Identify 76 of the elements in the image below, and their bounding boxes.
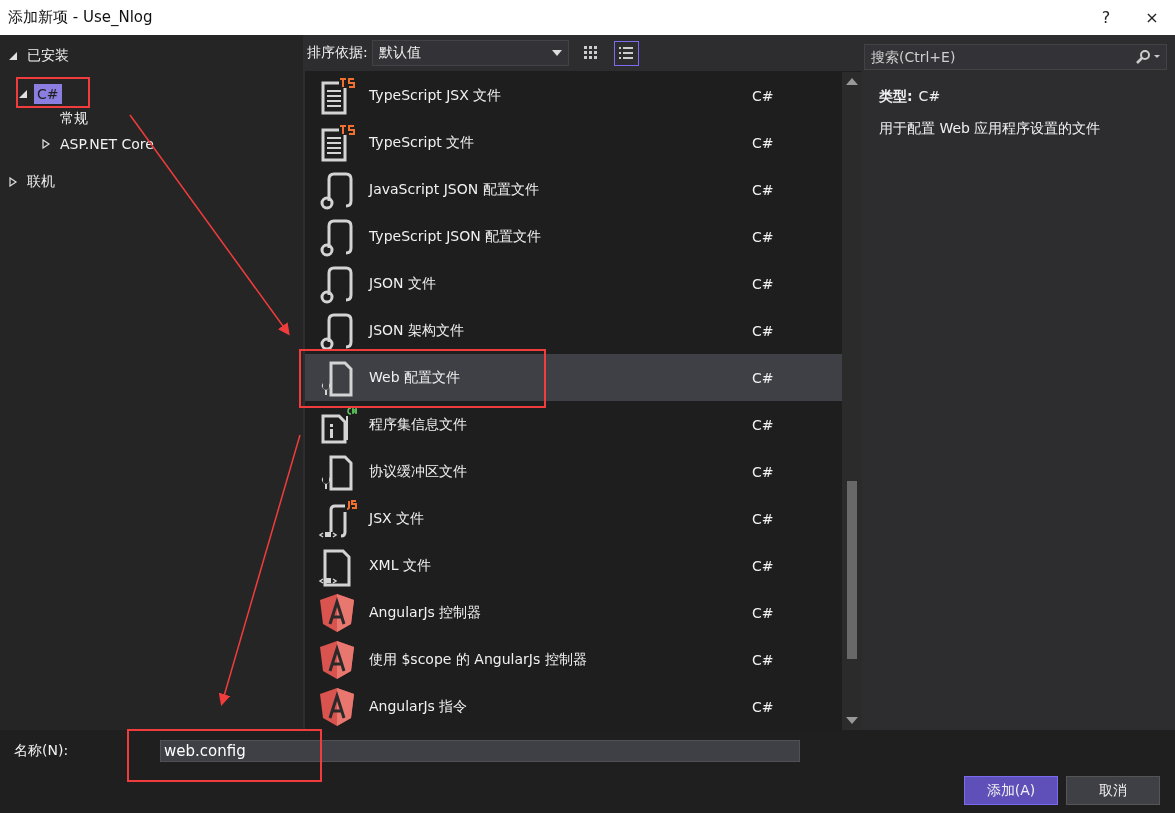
template-type: C#: [752, 557, 775, 574]
collapsed-triangle-icon[interactable]: [41, 138, 51, 149]
template-type: C#: [752, 463, 775, 480]
tree-item[interactable]: 常规: [57, 107, 91, 130]
window-title: 添加新项 - Use_Nlog: [8, 8, 154, 27]
name-label: 名称(N):: [14, 742, 70, 760]
template-type: C#: [752, 698, 775, 715]
template-name: AngularJs 控制器: [369, 603, 483, 622]
template-type: C#: [752, 275, 775, 292]
template-row[interactable]: 协议缓冲区文件 C#: [305, 448, 842, 495]
search-icon[interactable]: [1135, 50, 1161, 64]
template-type: C#: [752, 87, 775, 104]
template-name: TypeScript JSX 文件: [369, 86, 503, 105]
template-row[interactable]: XML 文件 C#: [305, 542, 842, 589]
template-name: 使用 $scope 的 AngularJs 控制器: [369, 650, 588, 669]
template-row[interactable]: 程序集信息文件 C#: [305, 401, 842, 448]
tree-item[interactable]: ASP.NET Core: [57, 133, 157, 154]
expanded-triangle-icon[interactable]: [18, 88, 28, 99]
angular-shield-icon: [317, 591, 357, 634]
jsx-file-icon: [317, 497, 357, 540]
sort-label: 排序依据:: [307, 44, 368, 62]
template-row[interactable]: JSX 文件 C#: [305, 495, 842, 542]
scroll-thumb[interactable]: [847, 481, 857, 659]
template-description: 用于配置 Web 应用程序设置的文件: [879, 120, 1102, 138]
template-name: TypeScript 文件: [369, 133, 476, 152]
search-field[interactable]: 搜索(Ctrl+E): [864, 44, 1167, 70]
template-name: JSX 文件: [369, 509, 426, 528]
template-type: C#: [752, 228, 775, 245]
template-row[interactable]: JavaScript JSON 配置文件 C#: [305, 166, 842, 213]
name-field[interactable]: web.config: [160, 740, 800, 762]
template-type: C#: [752, 322, 775, 339]
template-row[interactable]: AngularJs 控制器 C#: [305, 589, 842, 636]
tree-item[interactable]: 已安装: [24, 44, 72, 67]
template-row[interactable]: TypeScript JSX 文件 C#: [305, 72, 842, 119]
cancel-button[interactable]: 取消: [1066, 776, 1160, 805]
template-name: JSON 架构文件: [369, 321, 465, 340]
template-type: C#: [752, 651, 775, 668]
template-row[interactable]: TypeScript JSON 配置文件 C#: [305, 213, 842, 260]
template-type: C#: [752, 134, 775, 151]
template-row[interactable]: TypeScript 文件 C#: [305, 119, 842, 166]
template-row[interactable]: 使用 $scope 的 AngularJs 控制器 C#: [305, 636, 842, 683]
list-view-button[interactable]: [613, 40, 639, 66]
template-name: TypeScript JSON 配置文件: [369, 227, 543, 246]
template-name: AngularJs 指令: [369, 697, 469, 716]
template-name: XML 文件: [369, 556, 432, 575]
template-name: 程序集信息文件: [369, 415, 468, 434]
grid-icon: [583, 45, 600, 61]
template-name: Web 配置文件: [369, 368, 461, 387]
sort-dropdown[interactable]: 默认值: [371, 40, 569, 66]
expanded-triangle-icon[interactable]: [8, 50, 18, 61]
template-name: JSON 文件: [369, 274, 437, 293]
dropdown-caret-icon: [551, 50, 562, 56]
template-type: C#: [752, 416, 775, 433]
scroll-up-icon[interactable]: [846, 78, 858, 85]
template-row[interactable]: JSON 文件 C#: [305, 260, 842, 307]
add-button[interactable]: 添加(A): [964, 776, 1058, 805]
template-type: C#: [752, 369, 775, 386]
scrollbar[interactable]: [842, 72, 862, 730]
list-icon: [618, 46, 635, 60]
template-name: JavaScript JSON 配置文件: [369, 180, 540, 199]
tree-item[interactable]: C#: [34, 83, 62, 104]
template-name: 协议缓冲区文件: [369, 462, 468, 481]
tree-item[interactable]: 联机: [24, 170, 58, 193]
close-button[interactable]: ×: [1129, 0, 1175, 35]
template-row[interactable]: AngularJs 指令 C#: [305, 683, 842, 730]
angular-shield-icon: [317, 638, 357, 681]
scroll-down-icon[interactable]: [846, 717, 858, 724]
template-row[interactable]: Web 配置文件 C#: [305, 354, 842, 401]
type-value: C#: [918, 88, 941, 106]
template-type: C#: [752, 604, 775, 621]
template-row[interactable]: JSON 架构文件 C#: [305, 307, 842, 354]
help-button[interactable]: ?: [1083, 0, 1129, 35]
template-type: C#: [752, 510, 775, 527]
type-label: 类型:: [879, 88, 913, 106]
collapsed-triangle-icon[interactable]: [8, 176, 18, 187]
template-type: C#: [752, 181, 775, 198]
